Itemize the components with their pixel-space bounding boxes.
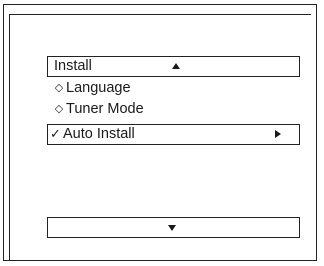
menu-title: Install: [54, 58, 92, 74]
menu-item-tuner-mode[interactable]: ◇ Tuner Mode: [47, 100, 300, 120]
menu-header: Install: [47, 56, 300, 77]
menu-item-label: Tuner Mode: [66, 101, 144, 117]
diamond-icon: ◇: [54, 103, 64, 115]
menu-item-label: Language: [66, 80, 131, 96]
scroll-down-icon[interactable]: [168, 225, 176, 231]
scroll-up-icon[interactable]: [172, 63, 180, 69]
diamond-icon: ◇: [54, 82, 64, 94]
check-icon: ✓: [50, 126, 61, 141]
menu-item-language[interactable]: ◇ Language: [47, 79, 300, 99]
menu-item-label: Auto Install: [63, 126, 135, 142]
menu-footer: [47, 217, 300, 238]
menu-item-auto-install[interactable]: ✓ Auto Install: [47, 124, 300, 145]
submenu-arrow-icon: [275, 130, 281, 138]
